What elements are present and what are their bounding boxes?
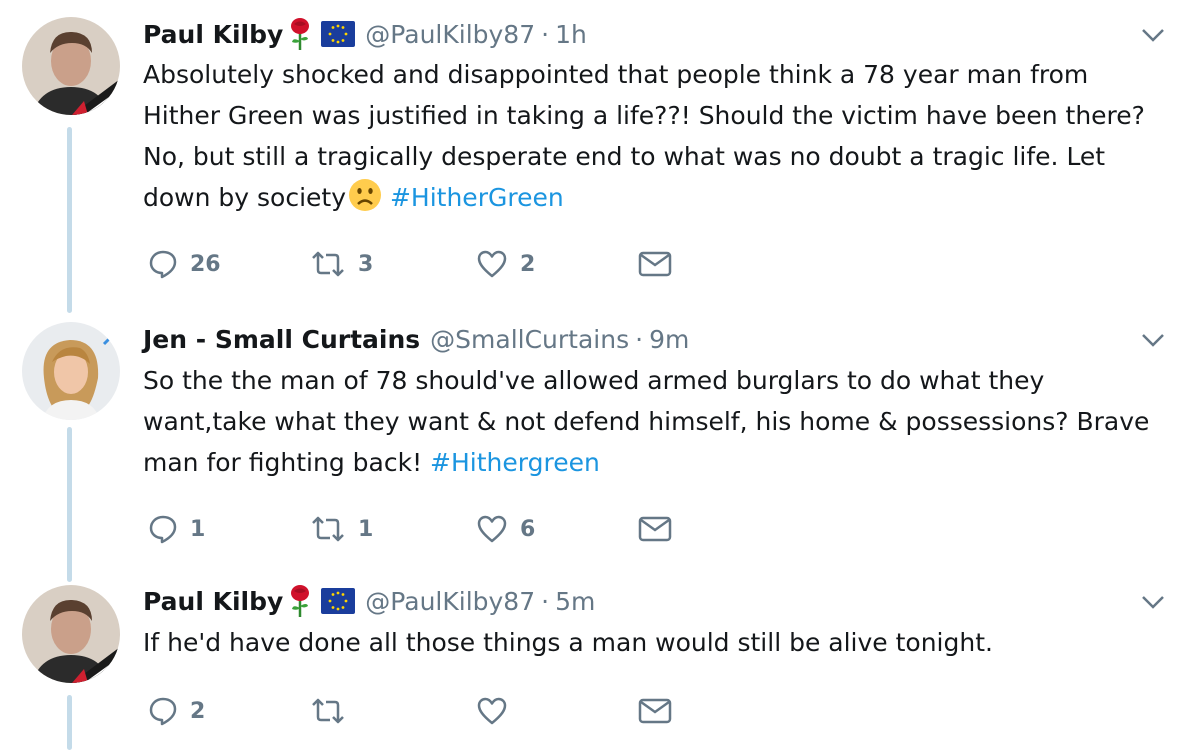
thread-connector-line — [67, 427, 72, 582]
direct-message-icon — [638, 698, 672, 724]
avatar-paul-kilby[interactable] — [22, 585, 120, 683]
reply-button[interactable]: 26 — [148, 246, 221, 282]
rose-emoji — [291, 18, 310, 50]
display-name[interactable]: Paul Kilby — [143, 587, 283, 616]
frowning-face-emoji — [349, 179, 382, 211]
timestamp[interactable]: 1h — [555, 20, 587, 49]
separator-dot: · — [541, 19, 550, 49]
retweet-icon — [312, 516, 344, 542]
like-icon — [477, 697, 507, 725]
retweet-button[interactable]: 3 — [310, 246, 373, 282]
reply-button[interactable]: 1 — [148, 511, 205, 547]
tweet-body: If he'd have done all those things a man… — [143, 628, 993, 657]
hashtag-link[interactable]: #HitherGreen — [390, 183, 564, 212]
avatar-small-curtains[interactable] — [22, 322, 120, 420]
timestamp[interactable]: 5m — [555, 587, 595, 616]
user-handle[interactable]: @SmallCurtains — [430, 325, 629, 354]
separator-dot: · — [635, 324, 644, 354]
retweet-icon — [312, 698, 344, 724]
retweet-count: 3 — [358, 251, 374, 277]
tweet-body: Absolutely shocked and disappointed that… — [143, 60, 1145, 212]
like-button[interactable]: 2 — [476, 246, 535, 282]
avatar-image — [22, 322, 120, 420]
retweet-count: 1 — [358, 516, 374, 542]
tweet-3[interactable]: Paul Kilby @PaulKilby87 · 5m If he'd hav… — [0, 581, 1200, 750]
tweet-text: If he'd have done all those things a man… — [143, 622, 1173, 663]
reply-icon — [149, 250, 177, 279]
thread-connector-line — [67, 127, 72, 313]
rose-emoji — [291, 585, 310, 617]
direct-message-button[interactable] — [638, 693, 672, 729]
reply-count: 26 — [190, 251, 221, 277]
direct-message-icon — [638, 516, 672, 542]
tweet-2[interactable]: Jen - Small Curtains @SmallCurtains · 9m… — [0, 319, 1200, 582]
timestamp[interactable]: 9m — [649, 325, 689, 354]
tweet-thread: Paul Kilby @PaulKilby87 · 1h Absolutely … — [0, 0, 1200, 750]
separator-dot: · — [541, 586, 550, 616]
display-name[interactable]: Paul Kilby — [143, 20, 283, 49]
chevron-down-icon[interactable] — [1140, 593, 1166, 611]
tweet-text: Absolutely shocked and disappointed that… — [143, 54, 1173, 218]
tweet-header: Jen - Small Curtains @SmallCurtains · 9m — [143, 319, 689, 359]
avatar-image — [22, 585, 120, 683]
chevron-down-icon[interactable] — [1140, 26, 1166, 44]
user-handle[interactable]: @PaulKilby87 — [365, 587, 535, 616]
tweet-text: So the the man of 78 should've allowed a… — [143, 360, 1173, 483]
like-button[interactable] — [476, 693, 520, 729]
like-count: 2 — [520, 251, 536, 277]
like-count: 6 — [520, 516, 536, 542]
like-icon — [477, 250, 507, 278]
direct-message-icon — [638, 251, 672, 277]
tweet-header: Paul Kilby @PaulKilby87 · 5m — [143, 581, 595, 621]
hashtag-link[interactable]: #Hithergreen — [430, 448, 600, 477]
tweet-header: Paul Kilby @PaulKilby87 · 1h — [143, 14, 587, 54]
direct-message-button[interactable] — [638, 511, 672, 547]
user-handle[interactable]: @PaulKilby87 — [365, 20, 535, 49]
retweet-icon — [312, 251, 344, 277]
retweet-button[interactable]: 1 — [310, 511, 373, 547]
eu-flag-emoji — [321, 21, 356, 47]
reply-count: 1 — [190, 516, 206, 542]
tweet-body: So the the man of 78 should've allowed a… — [143, 366, 1150, 477]
like-button[interactable]: 6 — [476, 511, 535, 547]
reply-icon — [149, 515, 177, 544]
reply-icon — [149, 697, 177, 726]
avatar-image — [22, 17, 120, 115]
avatar-paul-kilby[interactable] — [22, 17, 120, 115]
direct-message-button[interactable] — [638, 246, 672, 282]
display-name[interactable]: Jen - Small Curtains — [143, 325, 420, 354]
tweet-1[interactable]: Paul Kilby @PaulKilby87 · 1h Absolutely … — [0, 14, 1200, 314]
like-icon — [477, 515, 507, 543]
retweet-button[interactable] — [310, 693, 358, 729]
thread-connector-line — [67, 695, 72, 750]
eu-flag-emoji — [321, 588, 356, 614]
reply-count: 2 — [190, 698, 206, 724]
chevron-down-icon[interactable] — [1140, 331, 1166, 349]
reply-button[interactable]: 2 — [148, 693, 205, 729]
